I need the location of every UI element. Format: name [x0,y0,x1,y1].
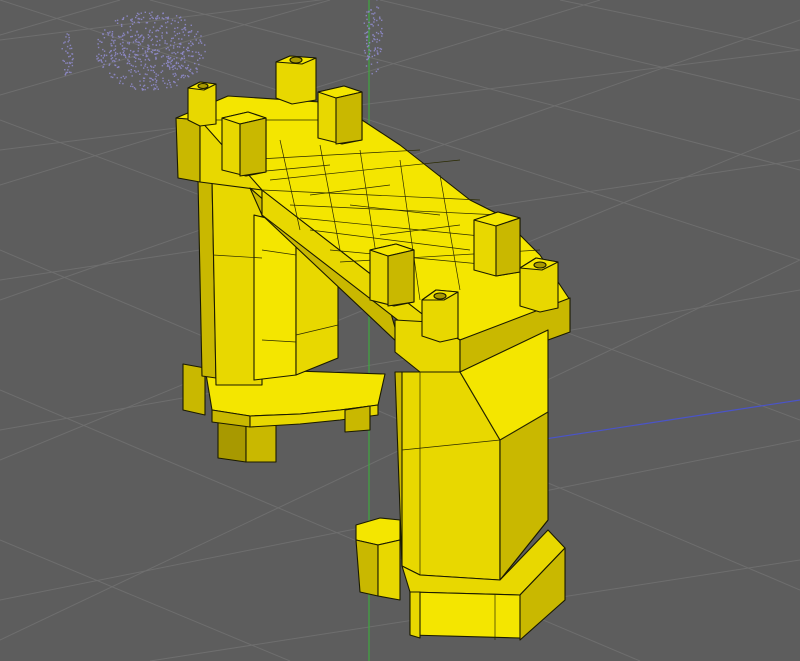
scene-canvas[interactable] [0,0,800,661]
turret-mid-cube[interactable] [317,85,363,145]
left-foot-platform[interactable] [182,363,386,463]
turret-front-left[interactable] [421,289,459,343]
3d-viewport[interactable] [0,0,800,661]
turret-right-cube[interactable] [473,211,521,277]
turret-back-center[interactable] [275,55,317,105]
turret-left-cube[interactable] [221,111,267,177]
turret-back-left[interactable] [187,81,217,127]
point-cloud-scan-icon [61,0,384,91]
gateway-model[interactable] [175,55,571,641]
turret-front-right[interactable] [519,257,559,313]
turret-front-cube[interactable] [369,243,415,307]
